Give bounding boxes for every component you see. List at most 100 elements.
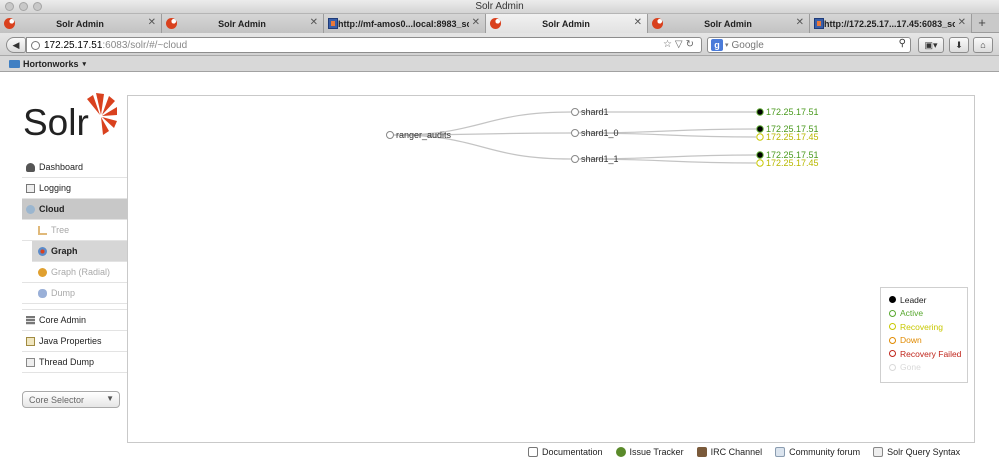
sidebar-item-label: Core Admin <box>39 315 87 325</box>
solr-favicon-icon <box>166 18 177 29</box>
page-favicon-icon <box>814 18 824 29</box>
sidebar-item-java-properties[interactable]: Java Properties <box>22 331 127 352</box>
legend-marker-icon <box>889 350 896 358</box>
legend-marker-icon <box>889 336 896 344</box>
navigation-toolbar: ◀ 172.25.17.51:6083/solr/#/~cloud ☆▽↻ g … <box>0 33 999 56</box>
legend-marker-icon <box>889 323 896 331</box>
irc-channel-link[interactable]: IRC Channel <box>696 447 763 457</box>
browser-tab[interactable]: http://mf-amos0...local:8983_solr ✕ <box>324 14 486 33</box>
sidebar-item-label: Dump <box>51 288 76 298</box>
close-tab-icon[interactable]: ✕ <box>472 17 480 28</box>
reload-icon[interactable]: ↻ <box>686 39 697 50</box>
close-tab-icon[interactable]: ✕ <box>796 17 804 28</box>
bookmark-star-icon[interactable]: ☆ <box>663 39 675 50</box>
query-syntax-link[interactable]: Solr Query Syntax <box>873 447 960 457</box>
bookmarks-bar: Hortonworks ▾ <box>0 56 999 72</box>
window-controls <box>5 2 42 11</box>
sidebar-item-graph-radial[interactable]: Graph (Radial) <box>22 262 127 283</box>
download-button[interactable]: ⬇ <box>949 37 969 53</box>
cloud-graph-panel: ranger_audits shard1 172.25.17.51 shard1_0 1… <box>127 95 975 443</box>
close-tab-icon[interactable]: ✕ <box>310 17 318 28</box>
home-button[interactable]: ⌂ <box>973 37 993 53</box>
dropdown-arrow-icon[interactable]: ▽ <box>675 39 686 50</box>
zoom-window-button[interactable] <box>33 2 42 11</box>
camera-icon: ▣▾ <box>924 40 938 50</box>
tab-title: http://mf-amos0...local:8983_solr <box>338 18 469 29</box>
screenshot-button[interactable]: ▣▾ <box>918 37 944 53</box>
window-titlebar: Solr Admin <box>0 0 999 14</box>
shard-label: shard1_1 <box>581 154 619 164</box>
footer-link-label: Community forum <box>789 447 861 457</box>
sidebar-item-logging[interactable]: Logging <box>22 178 127 199</box>
replica-node <box>756 125 764 133</box>
bookmark-folder-hortonworks[interactable]: Hortonworks <box>23 59 79 69</box>
legend-item: Gone <box>889 361 967 375</box>
replica-node <box>756 151 764 159</box>
shard-node <box>571 129 579 137</box>
legend-marker-icon <box>889 363 896 371</box>
sidebar-item-cloud[interactable]: Cloud <box>22 199 127 220</box>
search-box[interactable]: g ▾ Google ⚲ <box>707 37 911 53</box>
chevron-down-icon: ▼ <box>106 394 114 403</box>
sidebar-item-core-admin[interactable]: Core Admin <box>22 310 127 331</box>
folder-icon <box>9 59 20 68</box>
solr-favicon-icon <box>490 18 501 29</box>
community-forum-link[interactable]: Community forum <box>775 447 860 457</box>
tab-title: Solr Admin <box>56 18 104 29</box>
browser-tab[interactable]: Solr Admin ✕ <box>0 14 162 33</box>
search-engine-dropdown-icon[interactable]: ▾ <box>725 41 729 49</box>
collection-label: ranger_audits <box>396 130 452 140</box>
graph-icon <box>38 246 47 256</box>
replica-node <box>756 159 764 167</box>
browser-tab[interactable]: http://172.25.17...17.45:6083_solr ✕ <box>810 14 972 33</box>
irc-icon <box>696 447 707 457</box>
sidebar-item-dump[interactable]: Dump <box>22 283 127 304</box>
chevron-down-icon[interactable]: ▾ <box>83 60 87 68</box>
minimize-window-button[interactable] <box>19 2 28 11</box>
core-admin-icon <box>26 315 35 325</box>
browser-tab[interactable]: Solr Admin ✕ <box>162 14 324 33</box>
logging-icon <box>26 183 35 193</box>
query-syntax-icon <box>873 447 884 457</box>
replica-host-label: 172.25.17.45 <box>766 158 819 168</box>
new-tab-button[interactable]: + <box>972 14 992 32</box>
sidebar-item-thread-dump[interactable]: Thread Dump <box>22 352 127 373</box>
home-icon: ⌂ <box>980 40 986 50</box>
legend-item: Active <box>889 307 967 321</box>
solr-favicon-icon <box>652 18 663 29</box>
solr-logo[interactable]: Solr <box>23 91 117 143</box>
close-window-button[interactable] <box>5 2 14 11</box>
sidebar-item-label: Cloud <box>39 204 65 214</box>
cloud-icon <box>26 204 35 214</box>
documentation-link[interactable]: Documentation <box>528 447 603 457</box>
footer-links: Documentation Issue Tracker IRC Channel … <box>528 447 960 457</box>
legend-item: Recovering <box>889 320 967 334</box>
close-tab-icon[interactable]: ✕ <box>148 17 156 28</box>
sidebar-item-tree[interactable]: Tree <box>22 220 127 241</box>
close-tab-icon[interactable]: ✕ <box>634 17 642 28</box>
issue-tracker-link[interactable]: Issue Tracker <box>615 447 684 457</box>
sidebar-item-dashboard[interactable]: Dashboard <box>22 157 127 178</box>
sidebar-item-label: Graph <box>51 246 78 256</box>
footer-link-label: Issue Tracker <box>629 447 684 457</box>
url-host: 172.25.17.51 <box>44 39 103 51</box>
close-tab-icon[interactable]: ✕ <box>958 17 966 28</box>
core-selector-dropdown[interactable]: Core Selector ▼ <box>22 391 120 408</box>
browser-tab[interactable]: Solr Admin ✕ <box>648 14 810 33</box>
footer-link-label: IRC Channel <box>710 447 763 457</box>
sidebar-item-graph[interactable]: Graph <box>32 241 127 262</box>
shard-node <box>571 155 579 163</box>
download-icon: ⬇ <box>955 40 963 50</box>
replica-host-label: 172.25.17.51 <box>766 107 819 117</box>
radial-graph-icon <box>38 267 47 277</box>
legend-marker-icon <box>889 296 896 304</box>
browser-tab-active[interactable]: Solr Admin ✕ <box>486 14 648 33</box>
back-button[interactable]: ◀ <box>6 37 26 53</box>
replica-node <box>756 108 764 116</box>
url-bar[interactable]: 172.25.17.51:6083/solr/#/~cloud ☆▽↻ <box>26 37 702 53</box>
globe-icon <box>31 40 40 50</box>
search-icon[interactable]: ⚲ <box>899 38 906 49</box>
bug-icon <box>615 447 626 457</box>
legend-marker-icon <box>889 309 896 317</box>
tab-bar: Solr Admin ✕ Solr Admin ✕ http://mf-amos… <box>0 14 999 33</box>
